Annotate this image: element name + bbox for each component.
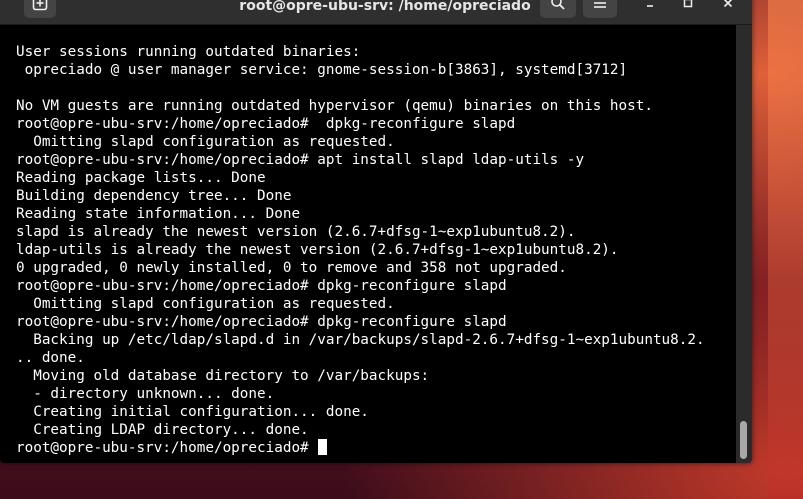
terminal-line: root@opre-ubu-srv:/home/opreciado# dpkg-…: [16, 278, 507, 294]
terminal-line: User sessions running outdated binaries:: [16, 44, 361, 60]
terminal-line: Reading state information... Done: [16, 206, 301, 222]
menu-button[interactable]: [583, 0, 617, 18]
terminal-line: Backing up /etc/ldap/slapd.d in /var/bac…: [16, 332, 705, 348]
headerbar: root@opre-ubu-srv: /home/opreciado: [0, 0, 752, 25]
terminal-line: slapd is already the newest version (2.6…: [16, 224, 576, 240]
terminal-line: Moving old database directory to /var/ba…: [16, 368, 430, 384]
scrollbar-thumb[interactable]: [740, 421, 747, 459]
terminal-line: Omitting slapd configuration as requeste…: [16, 296, 395, 312]
new-tab-icon: [32, 0, 48, 11]
terminal-line: - directory unknown... done.: [16, 386, 275, 402]
terminal-window: root@opre-ubu-srv: /home/opreciado User …: [0, 0, 752, 463]
terminal-line: ldap-utils is already the newest version…: [16, 242, 619, 258]
window-title: root@opre-ubu-srv: /home/opreciado: [239, 0, 531, 14]
close-button[interactable]: [716, 0, 740, 18]
terminal-line: Omitting slapd configuration as requeste…: [16, 134, 395, 150]
new-tab-button[interactable]: [24, 0, 56, 18]
terminal-line: root@opre-ubu-srv:/home/opreciado# dpkg-…: [16, 314, 507, 330]
hamburger-menu-icon: [594, 2, 606, 8]
terminal-line: root@opre-ubu-srv:/home/opreciado# dpkg-…: [16, 116, 516, 132]
terminal-line: opreciado @ user manager service: gnome-…: [16, 62, 628, 78]
wallpaper-streak: [768, 0, 792, 499]
close-icon: [723, 0, 733, 8]
terminal-line: 0 upgraded, 0 newly installed, 0 to remo…: [16, 260, 567, 276]
terminal-line: root@opre-ubu-srv:/home/opreciado# apt i…: [16, 152, 585, 168]
terminal-line: Building dependency tree... Done: [16, 188, 292, 204]
terminal-lines: User sessions running outdated binaries:…: [16, 25, 705, 457]
terminal-prompt: root@opre-ubu-srv:/home/opreciado#: [16, 440, 309, 456]
terminal-output[interactable]: User sessions running outdated binaries:…: [0, 25, 736, 463]
terminal-line: .. done.: [16, 350, 85, 366]
minimize-button[interactable]: [638, 0, 662, 18]
terminal-line: Creating initial configuration... done.: [16, 404, 369, 420]
search-button[interactable]: [540, 0, 576, 18]
vertical-scrollbar[interactable]: [736, 25, 752, 463]
maximize-button[interactable]: [676, 0, 700, 18]
wallpaper-streak: [792, 0, 803, 499]
terminal-line: No VM guests are running outdated hyperv…: [16, 98, 653, 114]
terminal-line: Reading package lists... Done: [16, 170, 266, 186]
terminal-line: Creating LDAP directory... done.: [16, 422, 309, 438]
search-icon: [551, 0, 565, 10]
maximize-icon: [683, 0, 693, 8]
terminal-prompt-line[interactable]: root@opre-ubu-srv:/home/opreciado#: [16, 439, 705, 457]
minimize-icon: [647, 5, 653, 7]
text-cursor: [317, 439, 327, 455]
